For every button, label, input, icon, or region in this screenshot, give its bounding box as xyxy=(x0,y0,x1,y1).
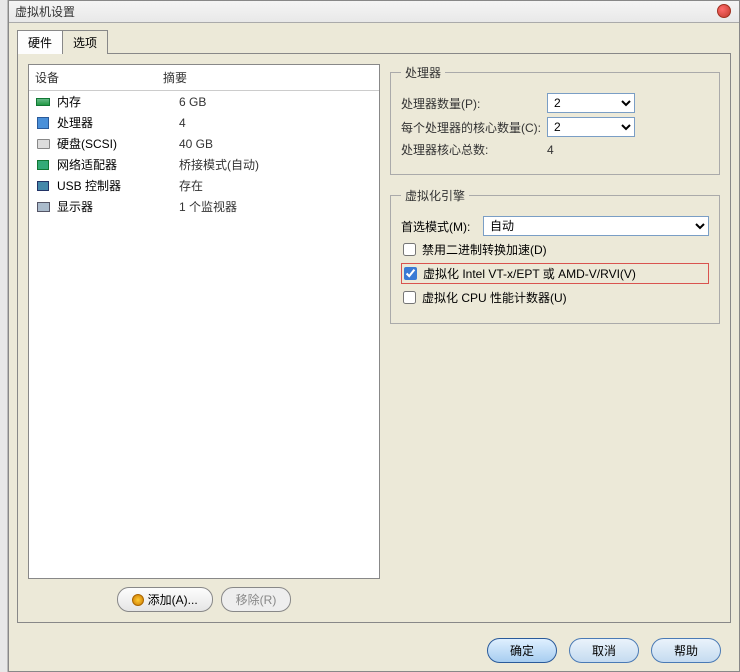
add-button-label: 添加(A)... xyxy=(148,591,198,608)
chk-vtx-label: 虚拟化 Intel VT-x/EPT 或 AMD-V/RVI(V) xyxy=(423,265,636,282)
pref-mode-select[interactable]: 自动 xyxy=(483,216,709,236)
virt-legend: 虚拟化引擎 xyxy=(401,187,469,204)
cores-label: 每个处理器的核心数量(C): xyxy=(401,119,541,136)
virtualization-group: 虚拟化引擎 首选模式(M): 自动 禁用二进制转换加速(D) 虚拟化 Intel… xyxy=(390,187,720,324)
chk-vtx-box[interactable] xyxy=(404,267,417,280)
remove-button-label: 移除(R) xyxy=(236,591,277,608)
device-name: 处理器 xyxy=(57,114,179,131)
device-summary: 桥接模式(自动) xyxy=(179,156,373,173)
col-header-device: 设备 xyxy=(35,69,163,86)
chk-disable-binary-label: 禁用二进制转换加速(D) xyxy=(422,241,547,258)
usb-icon xyxy=(35,180,51,192)
shield-icon xyxy=(132,594,144,606)
device-name: 内存 xyxy=(57,93,179,110)
chk-perf-counters[interactable]: 虚拟化 CPU 性能计数器(U) xyxy=(401,288,709,307)
col-header-summary: 摘要 xyxy=(163,69,373,86)
processor-legend: 处理器 xyxy=(401,64,445,81)
chk-disable-binary[interactable]: 禁用二进制转换加速(D) xyxy=(401,240,709,259)
left-column: 设备 摘要 内存6 GB处理器4硬盘(SCSI)40 GB网络适配器桥接模式(自… xyxy=(28,64,380,612)
display-icon xyxy=(35,201,51,213)
proc-count-select[interactable]: 2 xyxy=(547,93,635,113)
chk-vtx[interactable]: 虚拟化 Intel VT-x/EPT 或 AMD-V/RVI(V) xyxy=(401,263,709,284)
device-row-mem[interactable]: 内存6 GB xyxy=(29,91,379,112)
right-column: 处理器 处理器数量(P): 2 每个处理器的核心数量(C): 2 处理器核心总数… xyxy=(390,64,720,612)
device-summary: 40 GB xyxy=(179,137,373,151)
device-row-cpu[interactable]: 处理器4 xyxy=(29,112,379,133)
device-summary: 存在 xyxy=(179,177,373,194)
device-list: 设备 摘要 内存6 GB处理器4硬盘(SCSI)40 GB网络适配器桥接模式(自… xyxy=(28,64,380,579)
device-name: 网络适配器 xyxy=(57,156,179,173)
close-icon[interactable] xyxy=(717,4,731,18)
tab-options[interactable]: 选项 xyxy=(62,30,108,54)
chk-disable-binary-box[interactable] xyxy=(403,243,416,256)
total-label: 处理器核心总数: xyxy=(401,141,541,158)
titlebar: 虚拟机设置 xyxy=(9,1,739,23)
pref-mode-label: 首选模式(M): xyxy=(401,218,477,235)
settings-dialog: 虚拟机设置 硬件 选项 设备 摘要 内存6 GB处理器4硬盘(SCSI)40 G… xyxy=(8,0,740,672)
tab-hardware[interactable]: 硬件 xyxy=(17,30,63,54)
ok-button[interactable]: 确定 xyxy=(487,638,557,663)
disk-icon xyxy=(35,138,51,150)
remove-button: 移除(R) xyxy=(221,587,292,612)
device-list-header: 设备 摘要 xyxy=(29,65,379,91)
device-summary: 4 xyxy=(179,116,373,130)
chk-perf-box[interactable] xyxy=(403,291,416,304)
proc-count-label: 处理器数量(P): xyxy=(401,95,541,112)
app-sidebar-stub xyxy=(0,0,8,672)
device-name: USB 控制器 xyxy=(57,177,179,194)
device-row-disk[interactable]: 硬盘(SCSI)40 GB xyxy=(29,133,379,154)
help-button[interactable]: 帮助 xyxy=(651,638,721,663)
chk-perf-label: 虚拟化 CPU 性能计数器(U) xyxy=(422,289,567,306)
cancel-button[interactable]: 取消 xyxy=(569,638,639,663)
device-summary: 1 个监视器 xyxy=(179,198,373,215)
tab-bar: 硬件 选项 xyxy=(9,23,739,53)
device-name: 硬盘(SCSI) xyxy=(57,135,179,152)
net-icon xyxy=(35,159,51,171)
device-name: 显示器 xyxy=(57,198,179,215)
dialog-button-bar: 确定 取消 帮助 xyxy=(9,629,739,671)
device-buttons: 添加(A)... 移除(R) xyxy=(28,587,380,612)
device-summary: 6 GB xyxy=(179,95,373,109)
cpu-icon xyxy=(35,117,51,129)
total-value: 4 xyxy=(547,143,554,157)
device-row-display[interactable]: 显示器1 个监视器 xyxy=(29,196,379,217)
cores-select[interactable]: 2 xyxy=(547,117,635,137)
device-row-net[interactable]: 网络适配器桥接模式(自动) xyxy=(29,154,379,175)
tab-panel: 设备 摘要 内存6 GB处理器4硬盘(SCSI)40 GB网络适配器桥接模式(自… xyxy=(17,53,731,623)
mem-icon xyxy=(35,96,51,108)
window-title: 虚拟机设置 xyxy=(15,3,75,20)
processor-group: 处理器 处理器数量(P): 2 每个处理器的核心数量(C): 2 处理器核心总数… xyxy=(390,64,720,175)
add-button[interactable]: 添加(A)... xyxy=(117,587,213,612)
device-row-usb[interactable]: USB 控制器存在 xyxy=(29,175,379,196)
